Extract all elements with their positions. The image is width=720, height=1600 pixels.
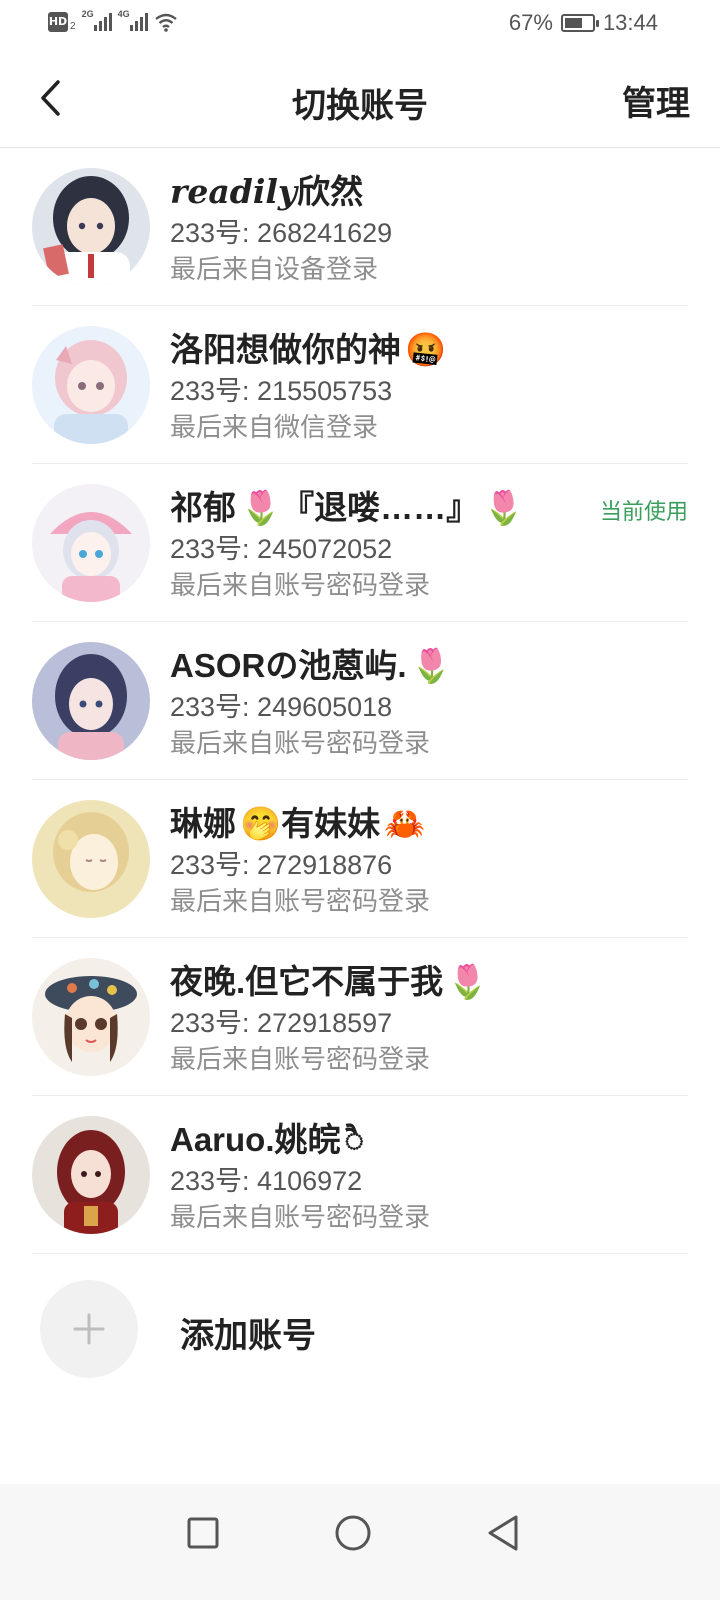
avatar [32, 800, 150, 918]
account-text: 夜晚.但它不属于我 🌷 233号: 272918597 最后来自账号密码登录 [170, 960, 688, 1077]
triangle-back-icon [488, 1515, 518, 1551]
hand-over-mouth-icon: 🤭 [240, 805, 282, 842]
account-name-text: 洛阳想做你的神 [170, 331, 401, 368]
account-item[interactable]: 祁郁 🌷 『退喽……』 🌷 233号: 245072052 最后来自账号密码登录 当前… [32, 464, 688, 622]
avatar [32, 642, 150, 760]
account-name: 洛阳想做你的神 🤬 [170, 328, 688, 372]
account-list: readily 欣然 233号: 268241629 最后来自设备登录 洛阳想做你… [0, 148, 720, 1254]
account-item[interactable]: 琳娜 🤭 有妹妹 🦀 233号: 272918876 最后来自账号密码登录 [32, 780, 688, 938]
account-item[interactable]: Aaruo.姚皖ै 233号: 4106972 最后来自账号密码登录 [32, 1096, 688, 1254]
recents-button[interactable] [178, 1508, 228, 1558]
back-nav-button[interactable] [478, 1508, 528, 1558]
network-type-label: 4G [117, 9, 130, 19]
account-id: 233号: 249605018 [170, 692, 393, 722]
account-name: readily 欣然 [170, 170, 688, 214]
manage-button[interactable]: 管理 [622, 76, 690, 125]
header: 切换账号 管理 [0, 50, 720, 148]
page-title: 切换账号 [292, 87, 428, 125]
account-name-rest: 有妹妹 [281, 805, 381, 842]
account-name-text: Aaruo.姚皖 [170, 1121, 341, 1158]
battery-icon [560, 14, 599, 32]
square-icon [187, 1517, 219, 1549]
tulip-icon: 🌷 [240, 489, 282, 526]
account-id: 233号: 4106972 [170, 1166, 363, 1196]
account-login-method: 最后来自账号密码登录 [170, 570, 431, 600]
account-id: 233号: 272918597 [170, 1008, 393, 1038]
account-login-method: 最后来自账号密码登录 [170, 1044, 431, 1074]
account-item[interactable]: 夜晚.但它不属于我 🌷 233号: 272918597 最后来自账号密码登录 [32, 938, 688, 1096]
avatar [32, 168, 150, 286]
hd-icon: HD [48, 12, 68, 32]
decorative-symbol-icon: ै [344, 1121, 365, 1158]
add-account-label: 添加账号 [180, 1317, 316, 1355]
plus-icon [73, 1313, 105, 1345]
account-name: ASORの池蒽屿. 🌷 [170, 644, 688, 688]
signal-4g-icon: 4G [118, 9, 148, 31]
account-text: readily 欣然 233号: 268241629 最后来自设备登录 [170, 170, 688, 287]
tulip-icon: 🌷 [483, 489, 525, 526]
account-name-rest: 欣然 [297, 173, 364, 210]
account-name-rest: 『退喽……』 [281, 489, 480, 526]
avatar [32, 1116, 150, 1234]
account-name-text: 祁郁 [170, 489, 236, 526]
wifi-icon [154, 13, 177, 32]
network-type-label: 2G [81, 9, 94, 19]
account-name-italic: readily [170, 172, 298, 211]
account-text: Aaruo.姚皖ै 233号: 4106972 最后来自账号密码登录 [170, 1118, 688, 1235]
account-id: 233号: 268241629 [170, 218, 393, 248]
account-name-text: 琳娜 [170, 805, 236, 842]
account-login-method: 最后来自账号密码登录 [170, 728, 431, 758]
status-right: 67% 13:44 [509, 10, 658, 36]
add-account-button[interactable]: 添加账号 [40, 1280, 680, 1380]
account-login-method: 最后来自账号密码登录 [170, 1202, 431, 1232]
account-item[interactable]: ASORの池蒽屿. 🌷 233号: 249605018 最后来自账号密码登录 [32, 622, 688, 780]
tulip-icon: 🌷 [447, 963, 489, 1000]
signal-2g-icon: 2G [82, 9, 112, 31]
account-id: 233号: 272918876 [170, 850, 393, 880]
account-name: Aaruo.姚皖ै [170, 1118, 688, 1162]
add-circle [40, 1280, 138, 1378]
account-item[interactable]: 洛阳想做你的神 🤬 233号: 215505753 最后来自微信登录 [32, 306, 688, 464]
clock: 13:44 [602, 10, 658, 35]
angry-face-icon: 🤬 [405, 331, 447, 368]
account-login-method: 最后来自设备登录 [170, 254, 379, 284]
account-id: 233号: 245072052 [170, 534, 393, 564]
home-button[interactable] [328, 1508, 378, 1558]
system-nav-bar [0, 1484, 720, 1600]
status-left: HD 2 2G 4G [48, 9, 178, 32]
current-account-badge: 当前使用 [599, 499, 688, 524]
account-name: 琳娜 🤭 有妹妹 🦀 [170, 802, 688, 846]
account-text: ASORの池蒽屿. 🌷 233号: 249605018 最后来自账号密码登录 [170, 644, 688, 761]
account-id: 233号: 215505753 [170, 376, 393, 406]
hd-sub-label: 2 [70, 20, 76, 32]
account-login-method: 最后来自微信登录 [170, 412, 379, 442]
crab-icon: 🦀 [384, 805, 426, 842]
account-name: 夜晚.但它不属于我 🌷 [170, 960, 688, 1004]
avatar [32, 326, 150, 444]
account-name-text: ASORの池蒽屿. [170, 647, 407, 684]
avatar [32, 484, 150, 602]
tulip-icon: 🌷 [410, 647, 452, 684]
battery-percent: 67% [508, 10, 553, 35]
account-text: 洛阳想做你的神 🤬 233号: 215505753 最后来自微信登录 [170, 328, 688, 445]
account-text: 琳娜 🤭 有妹妹 🦀 233号: 272918876 最后来自账号密码登录 [170, 802, 688, 919]
account-name-text: 夜晚.但它不属于我 [170, 963, 444, 1000]
status-bar: HD 2 2G 4G 67% 13:44 [0, 0, 720, 50]
account-login-method: 最后来自账号密码登录 [170, 886, 431, 916]
account-item[interactable]: readily 欣然 233号: 268241629 最后来自设备登录 [32, 148, 688, 306]
avatar [32, 958, 150, 1076]
circle-icon [335, 1515, 371, 1551]
